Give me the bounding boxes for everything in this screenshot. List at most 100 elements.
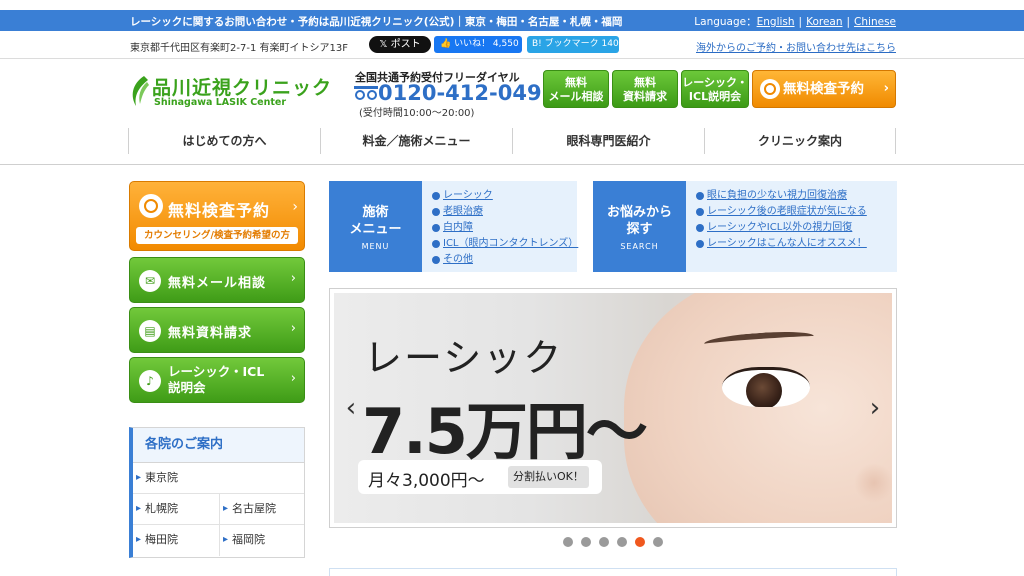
model-nose [854, 463, 892, 503]
separator: | [846, 16, 851, 28]
slide-installment-pill: 月々3,000円〜 分割払いOK！ [358, 460, 602, 494]
slide-installment-badge: 分割払いOK！ [508, 466, 589, 488]
menu-link-icl[interactable]: ICL（眼内コンタクトレンズ） [431, 236, 578, 252]
header-free-exam-booking-button[interactable]: 無料検査予約 › [752, 70, 896, 108]
language-korean-link[interactable]: Korean [806, 16, 842, 28]
logo-text[interactable]: 品川近視クリニック [152, 73, 332, 100]
treatment-menu-list: レーシック 老眼治療 白内障 ICL（眼内コンタクトレンズ） その他 [431, 188, 578, 268]
button-line: 資料請求 [623, 90, 667, 103]
language-switcher: Language：English | Korean | Chinese [694, 14, 896, 29]
button-line: レーシック・ [682, 76, 748, 89]
button-line: 無料 [565, 76, 587, 89]
button-label: 無料検査予約 [168, 201, 271, 220]
separator: | [798, 16, 803, 28]
search-by-concern-box: お悩みから探す SEARCH 眼に負担の少ない視力回復治療 レーシック後の老眼症… [593, 181, 897, 272]
button-line: ICL説明会 [688, 90, 742, 103]
treatment-menu-box: 施術 メニュー MENU レーシック 老眼治療 白内障 ICL（眼内コンタクトレン… [329, 181, 578, 272]
carousel-next-arrow-icon[interactable]: › [864, 393, 886, 423]
label-line: お悩みから [606, 205, 672, 220]
button-line: 無料 [634, 76, 656, 89]
button-label-line: 説明会 [168, 380, 206, 395]
chevron-right-icon: › [290, 371, 296, 386]
carousel-dot[interactable] [635, 537, 645, 547]
freedial-icon [354, 86, 378, 100]
button-label: 無料検査予約 [783, 81, 864, 97]
chevron-right-icon: › [290, 271, 296, 286]
slide-price: 7.5万円〜 [362, 395, 648, 468]
document-icon: ▤ [139, 320, 161, 342]
header-seminar-button[interactable]: レーシック・ ICL説明会 [681, 70, 749, 108]
nav-item-first-visit[interactable]: はじめての方へ [128, 128, 320, 154]
model-face-image [624, 293, 892, 523]
clinic-link-fukuoka[interactable]: 福岡院 [220, 525, 305, 556]
header-brochure-request-button[interactable]: 無料 資料請求 [612, 70, 678, 108]
sidebar-mail-consult-button[interactable]: ✉ 無料メール相談 › [129, 257, 305, 303]
logo-subtext: Shinagawa LASIK Center [154, 97, 287, 108]
clinic-address: 東京都千代田区有楽町2-7-1 有楽町イトシア13F [130, 43, 348, 54]
carousel-dot[interactable] [599, 537, 609, 547]
hero-carousel[interactable]: レーシック 7.5万円〜 月々3,000円〜 分割払いOK！ ‹ › [329, 288, 897, 528]
concern-list: 眼に負担の少ない視力回復治療 レーシック後の老眼症状が気になる レーシックやIC… [695, 188, 867, 252]
clinic-row: 東京院 [133, 463, 304, 494]
button-label: 無料メール相談 [168, 276, 267, 291]
clinic-list-title: 各院のご案内 [133, 428, 304, 463]
model-eye [722, 367, 810, 407]
nav-item-pricing-menu[interactable]: 料金／施術メニュー [320, 128, 512, 154]
sidebar-free-exam-booking-button[interactable]: 無料検査予約 › カウンセリング/検査予約希望の方 [129, 181, 305, 251]
menu-link-presbyopia[interactable]: 老眼治療 [431, 204, 578, 220]
clinic-link-tokyo[interactable]: 東京院 [133, 463, 303, 494]
facebook-like-button[interactable]: 👍 いいね！ 4,550 [434, 36, 522, 53]
concern-link[interactable]: レーシック後の老眼症状が気になる [695, 204, 867, 220]
carousel-dot[interactable] [563, 537, 573, 547]
chevron-right-icon: › [883, 81, 889, 96]
clinic-link-sapporo[interactable]: 札幌院 [133, 494, 220, 525]
clinic-row: 札幌院 名古屋院 [133, 494, 304, 525]
content-box-below [329, 568, 897, 576]
global-nav: はじめての方へ 料金／施術メニュー 眼科専門医紹介 クリニック案内 [128, 128, 898, 154]
freedial-hours: (受付時間10:00〜20:00) [359, 108, 475, 119]
microphone-icon: ♪ [139, 370, 161, 392]
menu-link-other[interactable]: その他 [431, 252, 578, 268]
sidebar-seminar-button[interactable]: ♪ レーシック・ICL 説明会 › [129, 357, 305, 403]
slide-monthly-price: 月々3,000円〜 [368, 471, 485, 491]
clinic-list: 各院のご案内 東京院 札幌院 名古屋院 梅田院 福岡院 [129, 427, 305, 558]
carousel-dot[interactable] [581, 537, 591, 547]
clinic-link-umeda[interactable]: 梅田院 [133, 525, 220, 556]
slide-title: レーシック [364, 336, 564, 380]
info-row: 東京都千代田区有楽町2-7-1 有楽町イトシア13F 𝕏 ポスト 👍 いいね！ … [0, 31, 1024, 59]
concern-link[interactable]: レーシックはこんな人にオススメ！ [695, 236, 867, 252]
logo-leaf-icon [132, 76, 149, 106]
concern-link[interactable]: 眼に負担の少ない視力回復治療 [695, 188, 867, 204]
carousel-slide[interactable]: レーシック 7.5万円〜 月々3,000円〜 分割払いOK！ ‹ › [334, 293, 892, 523]
hatena-bookmark-button[interactable]: B! ブックマーク 140 [527, 36, 619, 53]
menu-link-lasik[interactable]: レーシック [431, 188, 578, 204]
mail-icon: ✉ [139, 270, 161, 292]
carousel-dot[interactable] [653, 537, 663, 547]
nav-item-doctors[interactable]: 眼科専門医紹介 [512, 128, 704, 154]
header-mail-consult-button[interactable]: 無料 メール相談 [543, 70, 609, 108]
label-line: 施術 [362, 205, 389, 220]
menu-link-cataract[interactable]: 白内障 [431, 220, 578, 236]
concern-link[interactable]: レーシックやICL以外の視力回復 [695, 220, 867, 236]
x-post-button[interactable]: 𝕏 ポスト [369, 36, 431, 53]
label-en: MENU [361, 242, 390, 251]
label-line: 探す [626, 222, 653, 237]
label-en: SEARCH [620, 242, 659, 251]
search-by-concern-label: お悩みから探す SEARCH [593, 181, 686, 272]
magnifier-icon [760, 79, 780, 99]
site-tagline: レーシックに関するお問い合わせ・予約は品川近視クリニック(公式)｜東京・梅田・名… [130, 16, 623, 28]
carousel-prev-arrow-icon[interactable]: ‹ [340, 393, 362, 423]
clinic-link-nagoya[interactable]: 名古屋院 [220, 494, 305, 525]
treatment-menu-label: 施術 メニュー MENU [329, 181, 422, 272]
magnifier-icon [139, 194, 163, 218]
carousel-dot[interactable] [617, 537, 627, 547]
overseas-contact-link[interactable]: 海外からのご予約・お問い合わせ先はこちら [696, 39, 896, 54]
button-line: メール相談 [548, 90, 604, 103]
language-chinese-link[interactable]: Chinese [854, 16, 896, 28]
sidebar-brochure-request-button[interactable]: ▤ 無料資料請求 › [129, 307, 305, 353]
language-english-link[interactable]: English [757, 16, 795, 28]
button-label: 無料資料請求 [168, 326, 253, 341]
top-bar: レーシックに関するお問い合わせ・予約は品川近視クリニック(公式)｜東京・梅田・名… [0, 10, 1024, 31]
nav-item-clinic-info[interactable]: クリニック案内 [704, 128, 896, 154]
freedial-number[interactable]: 0120-412-049 [378, 81, 542, 105]
